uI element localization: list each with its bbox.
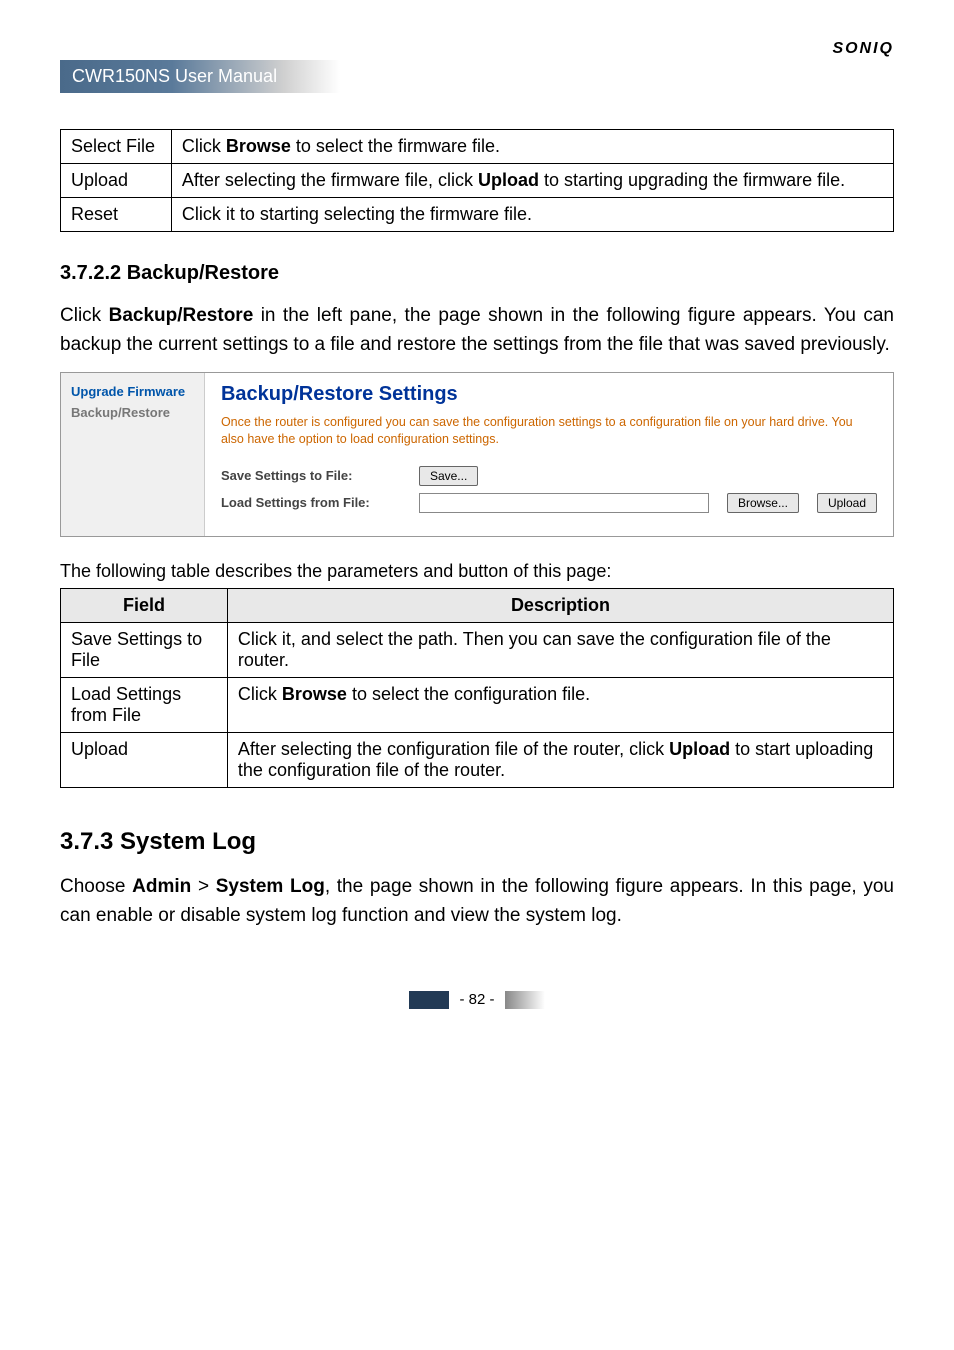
backup-restore-table: Field Description Save Settings to File … <box>60 588 894 788</box>
save-button[interactable]: Save... <box>419 466 478 486</box>
browse-button[interactable]: Browse... <box>727 493 799 513</box>
backup-restore-screenshot: Upgrade Firmware Backup/Restore Backup/R… <box>60 372 894 537</box>
t2-head-desc: Description <box>227 588 893 622</box>
footer-block-left <box>409 991 449 1009</box>
ss-row-save: Save Settings to File: Save... <box>221 466 877 486</box>
t1-r1-desc: Click Browse to select the firmware file… <box>171 130 893 164</box>
page-number: - 82 - <box>459 991 494 1008</box>
heading-3-7-2-2: 3.7.2.2 Backup/Restore <box>60 262 894 285</box>
table2-caption: The following table describes the parame… <box>60 561 894 582</box>
ss-sidebar: Upgrade Firmware Backup/Restore <box>61 373 205 536</box>
firmware-table: Select File Click Browse to select the f… <box>60 129 894 232</box>
ss-row-load: Load Settings from File: Browse... Uploa… <box>221 493 877 513</box>
ss-content: Backup/Restore Settings Once the router … <box>205 373 893 536</box>
page-footer: - 82 - <box>60 991 894 1009</box>
ss-subtitle: Once the router is configured you can sa… <box>221 414 877 448</box>
t2-r2-desc: Click Browse to select the configuration… <box>227 677 893 732</box>
t1-r3-field: Reset <box>61 198 172 232</box>
t1-r1-field: Select File <box>61 130 172 164</box>
t2-r1-desc: Click it, and select the path. Then you … <box>227 622 893 677</box>
t2-r2-field: Load Settings from File <box>61 677 228 732</box>
t2-r1-field: Save Settings to File <box>61 622 228 677</box>
t2-head-field: Field <box>61 588 228 622</box>
para-3-7-2-2: Click Backup/Restore in the left pane, t… <box>60 301 894 360</box>
brand-logo: SONIQ <box>60 40 894 58</box>
nav-upgrade-firmware[interactable]: Upgrade Firmware <box>71 381 194 402</box>
footer-block-right <box>505 991 545 1009</box>
para-3-7-3: Choose Admin > System Log, the page show… <box>60 872 894 931</box>
ss-title: Backup/Restore Settings <box>221 383 877 406</box>
heading-3-7-3: 3.7.3 System Log <box>60 828 894 856</box>
load-path-input[interactable] <box>419 493 709 513</box>
t1-r2-field: Upload <box>61 164 172 198</box>
upload-button[interactable]: Upload <box>817 493 877 513</box>
nav-backup-restore[interactable]: Backup/Restore <box>71 402 194 423</box>
ss-save-label: Save Settings to File: <box>221 468 401 483</box>
t1-r3-desc: Click it to starting selecting the firmw… <box>171 198 893 232</box>
t2-r3-field: Upload <box>61 732 228 787</box>
ss-load-label: Load Settings from File: <box>221 495 401 510</box>
t1-r2-desc: After selecting the firmware file, click… <box>171 164 893 198</box>
manual-header: CWR150NS User Manual <box>60 60 340 93</box>
t2-r3-desc: After selecting the configuration file o… <box>227 732 893 787</box>
